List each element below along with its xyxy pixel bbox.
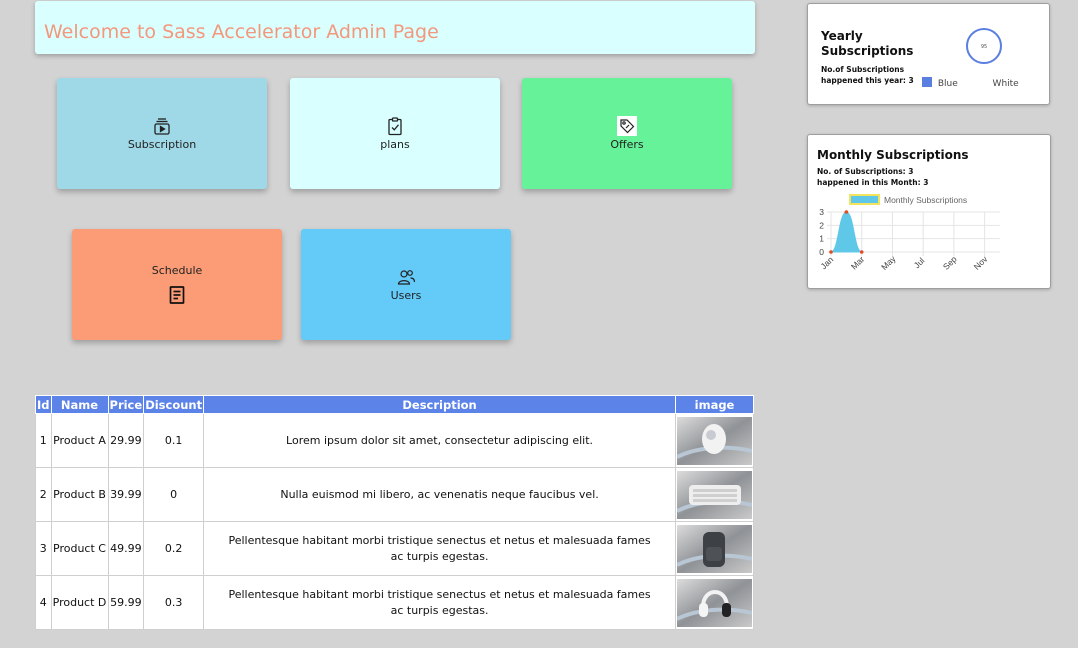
yearly-subscriptions-card: Yearly Subscriptions No.of Subscriptions…: [807, 3, 1050, 105]
col-header-price: Price: [107, 395, 145, 414]
cell-discount: 0: [143, 467, 205, 522]
cell-name: Product A: [50, 413, 109, 468]
col-header-id: Id: [35, 395, 52, 414]
x-tick-label: Mar: [849, 254, 867, 272]
cell-discount: 0.2: [143, 521, 205, 576]
x-tick-label: May: [879, 253, 898, 272]
offers-tile[interactable]: Offers: [522, 78, 732, 189]
col-header-description: Description: [203, 395, 676, 414]
table-row: 1 Product A 29.99 0.1 Lorem ipsum dolor …: [35, 413, 754, 468]
product-mouse-image: [677, 416, 752, 465]
table-row: 4 Product D 59.99 0.3 Pellentesque habit…: [35, 575, 754, 630]
cell-description: Pellentesque habitant morbi tristique se…: [203, 521, 676, 576]
y-tick-label: 1: [819, 234, 824, 244]
monthly-title: Monthly Subscriptions: [817, 148, 969, 162]
cell-price: 29.99: [107, 413, 145, 468]
cell-image: [675, 467, 754, 522]
cell-discount: 0.3: [143, 575, 205, 630]
data-point: [859, 250, 864, 254]
monthly-sub-line1: No. of Subscriptions: 3: [817, 167, 914, 176]
yearly-title-line2: Subscriptions: [821, 44, 914, 58]
users-tile[interactable]: Users: [301, 229, 511, 340]
gauge-label: 95: [981, 44, 987, 50]
welcome-banner: Welcome to Sass Accelerator Admin Page: [35, 1, 755, 54]
schedule-tile[interactable]: Schedule: [72, 229, 282, 340]
yearly-title-line1: Yearly: [821, 29, 863, 43]
x-tick-label: Nov: [972, 253, 990, 271]
tile-label: Users: [390, 289, 422, 302]
y-tick-label: 0: [819, 247, 824, 257]
cell-name: Product C: [50, 521, 109, 576]
cell-name: Product D: [50, 575, 109, 630]
cell-id: 2: [35, 467, 52, 522]
cell-description: Pellentesque habitant morbi tristique se…: [203, 575, 676, 630]
product-headphones-image: [677, 578, 752, 627]
product-keyboard-image: [677, 470, 752, 519]
legend-swatch-white: [976, 77, 987, 87]
cell-description: Lorem ipsum dolor sit amet, consectetur …: [203, 413, 676, 468]
monthly-subscriptions-card: Monthly Subscriptions No. of Subscriptio…: [807, 134, 1051, 289]
cell-price: 49.99: [107, 521, 145, 576]
yearly-legend: Blue White: [922, 77, 1019, 89]
monthly-chart: Monthly Subscriptions0123Jan Mar May Jul Sep…: [818, 194, 1000, 272]
table-row: 2 Product B 39.99 0 Nulla euismod mi lib…: [35, 467, 754, 522]
col-header-image: image: [675, 395, 754, 414]
table-header-row: Id Name Price Discount Description image: [35, 395, 754, 414]
cell-price: 59.99: [107, 575, 145, 630]
subscription-tile[interactable]: Subscription: [57, 78, 267, 189]
page-title: Welcome to Sass Accelerator Admin Page: [44, 21, 439, 43]
cell-image: [675, 521, 754, 576]
col-header-discount: Discount: [143, 395, 205, 414]
users-icon: [397, 270, 416, 285]
cell-discount: 0.1: [143, 413, 205, 468]
document-icon: [169, 286, 185, 304]
cell-image: [675, 413, 754, 468]
plans-tile[interactable]: plans: [290, 78, 500, 189]
cell-id: 4: [35, 575, 52, 630]
series-area: [830, 211, 862, 253]
tag-icon: [617, 116, 637, 136]
tile-label: Schedule: [151, 264, 203, 277]
cell-id: 3: [35, 521, 52, 576]
yearly-sub-line1: No.of Subscriptions: [821, 65, 905, 74]
legend-swatch-blue: [922, 77, 932, 87]
table-row: 3 Product C 49.99 0.2 Pellentesque habit…: [35, 521, 754, 576]
legend-label-white: White: [992, 79, 1019, 89]
legend-swatch: [849, 194, 880, 205]
yearly-sub-line2: happened this year: 3: [821, 76, 914, 85]
data-point: [844, 210, 849, 214]
products-table: Id Name Price Discount Description image…: [35, 395, 754, 630]
cell-name: Product B: [50, 467, 109, 522]
tile-label: plans: [380, 138, 410, 151]
col-header-name: Name: [50, 395, 109, 414]
product-backpack-image: [677, 524, 752, 573]
yearly-gauge: 95: [966, 28, 1002, 64]
y-tick-label: 2: [819, 220, 824, 230]
data-point: [829, 250, 833, 254]
subscription-icon: [154, 118, 170, 135]
cell-image: [675, 575, 754, 630]
cell-id: 1: [35, 413, 52, 468]
legend-label-blue: Blue: [937, 79, 958, 89]
x-tick-label: Jul: [912, 255, 927, 270]
tile-label: Offers: [610, 138, 644, 151]
cell-price: 39.99: [107, 467, 145, 522]
y-tick-label: 3: [819, 207, 824, 217]
legend-label: Monthly Subscriptions: [884, 195, 967, 205]
cell-description: Nulla euismod mi libero, ac venenatis ne…: [203, 467, 676, 522]
tile-label: Subscription: [127, 138, 197, 151]
monthly-sub-line2: happened in this Month: 3: [817, 178, 929, 187]
clipboard-check-icon: [388, 117, 402, 136]
x-tick-label: Sep: [941, 254, 959, 272]
